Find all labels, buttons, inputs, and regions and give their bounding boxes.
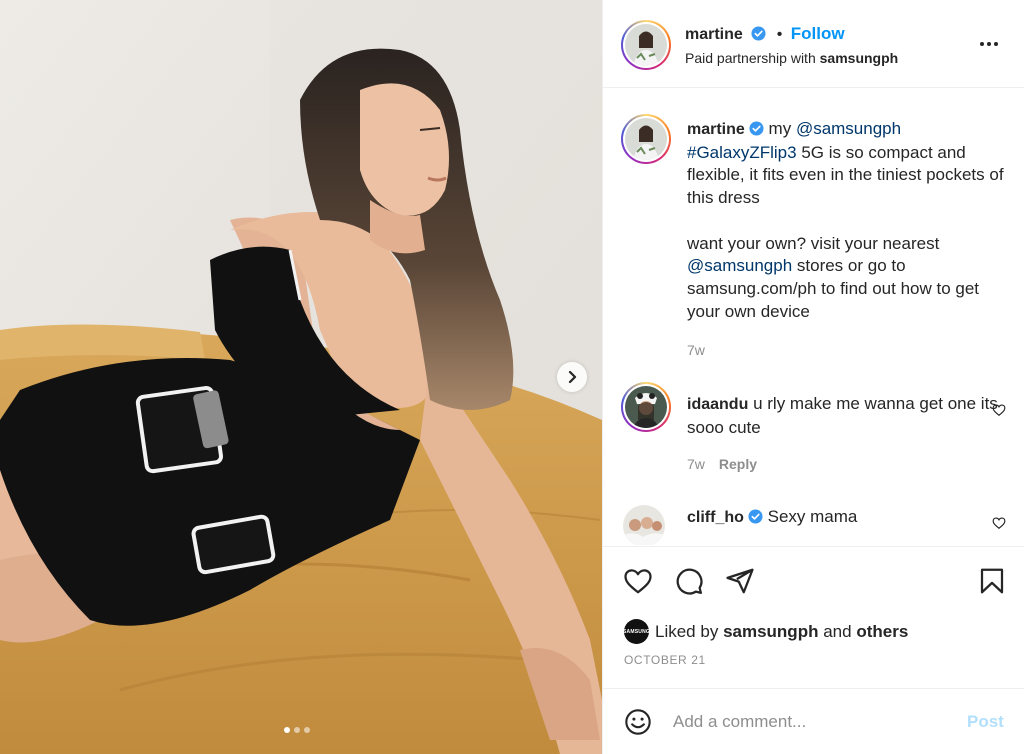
post-side-panel: martine • Follow Paid partnership with s… — [602, 0, 1024, 754]
comment-composer: Post — [603, 688, 1024, 754]
carousel-dot — [294, 727, 300, 733]
author-avatar[interactable] — [621, 20, 671, 70]
caption-username[interactable]: martine — [687, 121, 745, 138]
commenter-avatar[interactable] — [623, 505, 665, 545]
follow-button[interactable]: Follow — [791, 24, 845, 43]
liker-username[interactable]: samsungph — [723, 622, 818, 642]
emoji-icon[interactable] — [624, 708, 652, 736]
reply-button[interactable]: Reply — [719, 456, 757, 472]
post-header: martine • Follow Paid partnership with s… — [603, 0, 1024, 88]
avatar-image — [625, 24, 667, 66]
comment-time[interactable]: 7w — [687, 456, 705, 472]
post-date[interactable]: OCTOBER 21 — [624, 653, 706, 667]
chevron-right-icon — [568, 370, 577, 384]
author-username[interactable]: martine — [685, 26, 743, 43]
verified-icon — [748, 509, 763, 524]
avatar-image — [625, 386, 667, 428]
verified-icon — [751, 26, 766, 41]
partner-link[interactable]: samsungph — [820, 50, 899, 66]
verified-icon — [749, 121, 764, 136]
comment-username[interactable]: idaandu — [687, 396, 748, 413]
caption-avatar[interactable] — [621, 114, 671, 164]
separator-dot: • — [776, 26, 783, 43]
likes-and: and — [823, 621, 852, 641]
caption-text: martine my @samsungph #GalaxyZFlip3 5G i… — [687, 118, 1009, 323]
caption-time[interactable]: 7w — [687, 342, 705, 358]
likes-prefix: Liked by — [655, 621, 719, 641]
comment-input[interactable] — [673, 709, 953, 735]
caption-part: my — [768, 119, 792, 138]
like-comment-heart-icon[interactable] — [992, 403, 1006, 417]
carousel-dot — [284, 727, 290, 733]
mention-link[interactable]: @samsungph — [687, 256, 792, 275]
carousel-indicator — [284, 727, 310, 733]
heart-icon[interactable] — [623, 566, 653, 596]
more-options-button[interactable] — [977, 34, 1001, 54]
hashtag-link[interactable]: #GalaxyZFlip3 — [687, 143, 797, 162]
post-actions: SAMSUNG Liked by samsungph and others OC… — [603, 546, 1024, 688]
comment-text: idaandu u rly make me wanna get one its … — [687, 393, 1009, 439]
carousel-dot — [304, 727, 310, 733]
more-icon — [980, 42, 984, 46]
like-comment-heart-icon[interactable] — [992, 516, 1006, 530]
comment-meta: 7w Reply — [687, 456, 757, 472]
liker-avatar[interactable]: SAMSUNG — [623, 619, 650, 644]
next-photo-button[interactable] — [557, 362, 587, 392]
likes-summary: SAMSUNG Liked by samsungph and others — [623, 619, 908, 644]
post-photo[interactable] — [0, 0, 602, 754]
comment-text: cliff_ho Sexy mama — [687, 506, 1009, 530]
comment-icon[interactable] — [674, 566, 704, 596]
mention-link[interactable]: @samsungph — [796, 119, 901, 138]
likes-others-link[interactable]: others — [856, 622, 908, 642]
bookmark-icon[interactable] — [977, 566, 1007, 596]
avatar-image — [625, 118, 667, 160]
photo-image — [0, 0, 602, 754]
partnership-label: Paid partnership with samsungph — [685, 50, 898, 66]
post-button[interactable]: Post — [967, 712, 1004, 732]
avatar-image — [623, 505, 665, 545]
comment-username[interactable]: cliff_ho — [687, 509, 744, 526]
comment-body: Sexy mama — [767, 507, 858, 526]
commenter-avatar[interactable] — [621, 382, 671, 432]
share-icon[interactable] — [725, 566, 755, 596]
partnership-prefix: Paid partnership with — [685, 50, 816, 66]
caption-part: want your own? visit your nearest — [687, 233, 940, 253]
comments-section[interactable]: martine my @samsungph #GalaxyZFlip3 5G i… — [603, 89, 1024, 545]
